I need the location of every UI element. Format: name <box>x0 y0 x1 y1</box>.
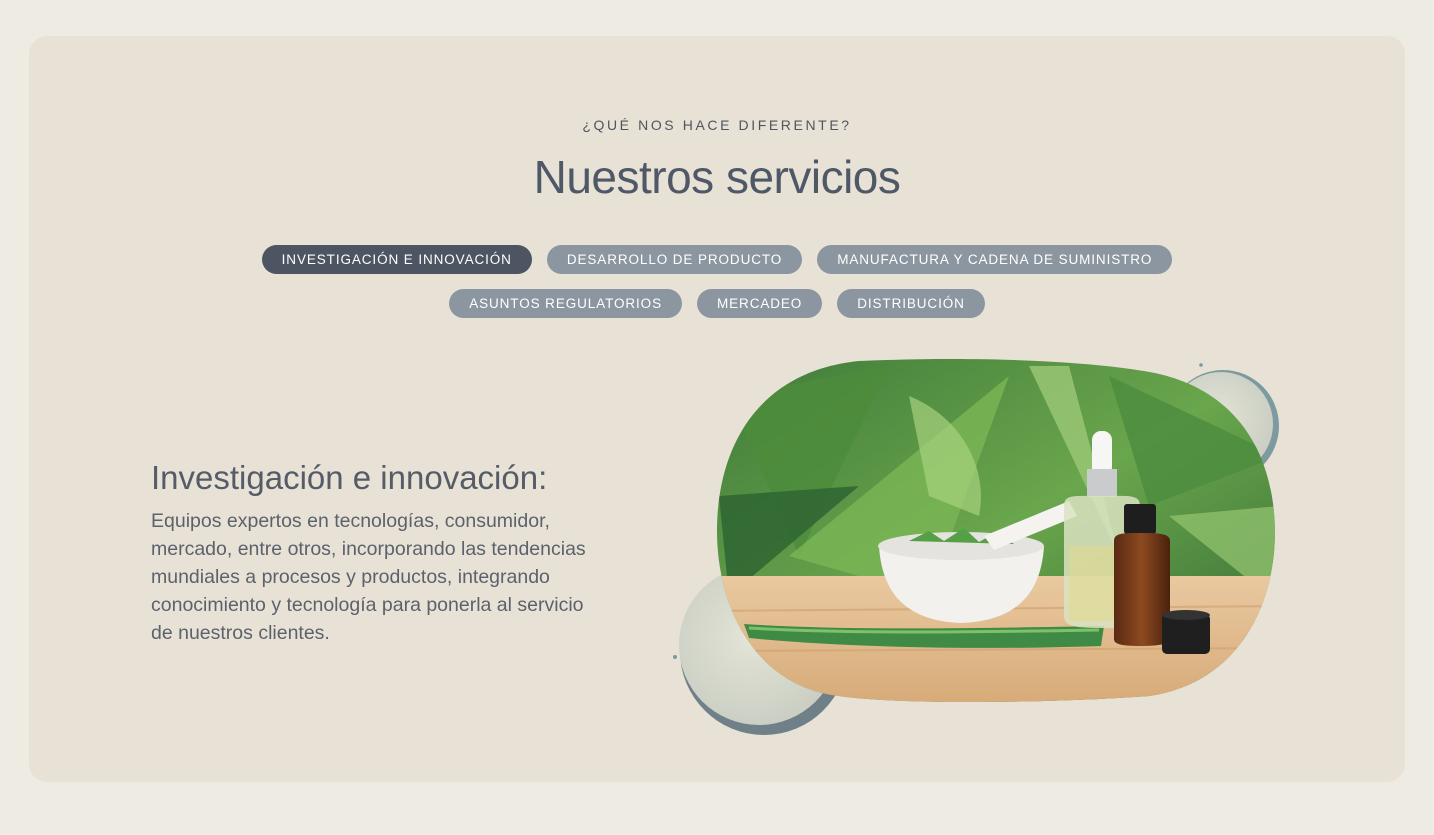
tab-asuntos-regulatorios[interactable]: ASUNTOS REGULATORIOS <box>449 289 682 318</box>
services-section: ¿QUÉ NOS HACE DIFERENTE? Nuestros servic… <box>29 36 1405 782</box>
service-illustration <box>673 359 1279 735</box>
section-eyebrow: ¿QUÉ NOS HACE DIFERENTE? <box>582 117 852 133</box>
service-tabs-row-2: ASUNTOS REGULATORIOS MERCADEO DISTRIBUCI… <box>29 289 1405 318</box>
tab-investigacion-innovacion[interactable]: INVESTIGACIÓN E INNOVACIÓN <box>261 245 532 274</box>
service-heading: Investigación e innovación: <box>151 459 548 496</box>
aloe-photo <box>717 359 1275 702</box>
service-tabs-row-1: INVESTIGACIÓN E INNOVACIÓN DESARROLLO DE… <box>29 245 1405 274</box>
tab-mercadeo[interactable]: MERCADEO <box>697 289 823 318</box>
service-description: Equipos expertos en tecnologías, consumi… <box>151 510 586 644</box>
tab-manufactura-cadena[interactable]: MANUFACTURA Y CADENA DE SUMINISTRO <box>817 245 1173 274</box>
tab-desarrollo-producto[interactable]: DESARROLLO DE PRODUCTO <box>546 245 803 274</box>
section-title: Nuestros servicios <box>533 151 901 203</box>
tab-distribucion[interactable]: DISTRIBUCIÓN <box>837 289 985 318</box>
